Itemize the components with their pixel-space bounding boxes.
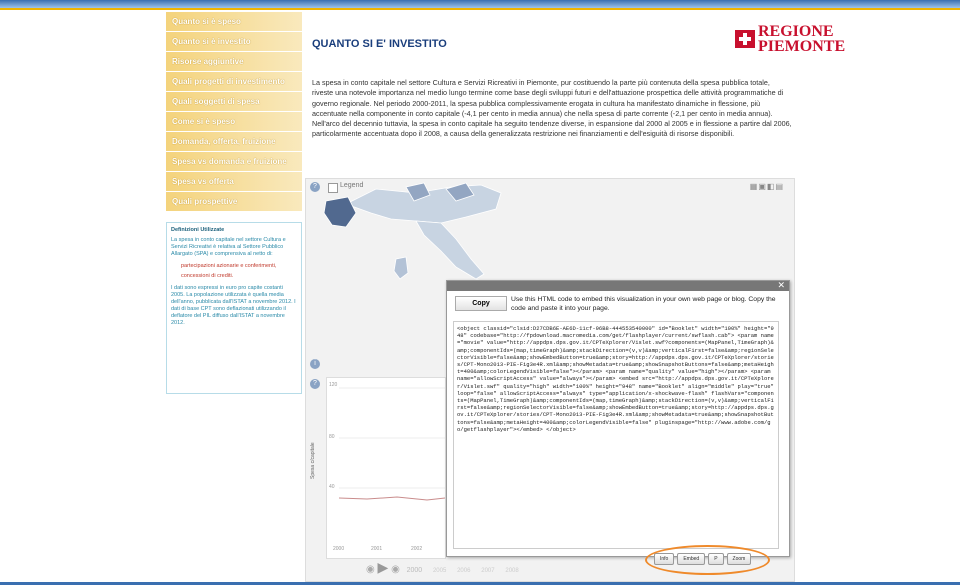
time-graph-plot [338,387,446,501]
sidebar-item-progetti[interactable]: Quali progetti di investimento [166,72,302,91]
y-tick: 40 [329,484,335,490]
map-region [393,256,409,280]
embed-code-textarea[interactable]: <object classid="clsid:D27CDB6E-AE6D-11c… [453,321,779,549]
timeline-year[interactable]: 2007 [481,568,494,574]
y-tick: 80 [329,434,335,440]
series-line [338,496,446,501]
highlight-oval [645,545,770,575]
logo-line2: PIEMONTE [758,38,846,55]
year-label: 2000 [406,567,423,574]
close-icon[interactable]: ✕ [777,280,785,291]
definitions-item: concessioni di crediti. [181,273,234,279]
graph-y-label: Spesa c/capitale [310,442,316,479]
embed-instructions: Use this HTML code to embed this visuali… [511,296,776,312]
definitions-intro: La spesa in conto capitale nel settore C… [171,237,286,257]
x-tick: 2001 [371,546,383,552]
top-banner [0,0,960,8]
x-tick: 2000 [333,546,345,552]
timeline-year[interactable]: 2008 [505,568,518,574]
sidebar-nav: Quanto si è speso Quanto si è investito … [166,12,302,212]
definitions-note: I dati sono espressi in euro pro capite … [171,285,296,326]
map-region [415,220,485,280]
info-icon[interactable]: i [310,359,320,369]
flag-icon [735,30,755,48]
definitions-box: Definizioni Utilizzate La spesa in conto… [166,222,302,394]
definitions-item: partecipazioni azionarie e conferimenti, [181,263,277,269]
prev-icon[interactable]: ◉ [366,564,375,575]
timeline-year[interactable]: 2006 [457,568,470,574]
logo-line1: REGIONE [758,23,834,40]
sidebar-item-spesa-offerta[interactable]: Spesa vs offerta [166,172,302,191]
x-tick: 2002 [411,546,423,552]
copy-button[interactable]: Copy [455,296,507,311]
sidebar-item-quanto-speso[interactable]: Quanto si è speso [166,12,302,31]
sidebar-item-domanda-offerta[interactable]: Domanda, offerta, fruizione [166,132,302,151]
next-icon[interactable]: ◉ [391,564,400,575]
definitions-title: Definizioni Utilizzate [171,227,225,233]
sidebar-item-risorse-aggiuntive[interactable]: Risorse aggiuntive [166,52,302,71]
intro-paragraph: La spesa in conto capitale nel settore C… [312,78,792,139]
page-title: QUANTO SI E' INVESTITO [312,38,447,50]
sidebar-item-come-speso[interactable]: Come si è speso [166,112,302,131]
play-icon[interactable]: ▶ [378,559,389,575]
time-graph[interactable]: 120 80 40 2000 2001 2002 [326,377,446,559]
timeline-player[interactable]: ◉ ▶ ◉ 2000 2005 2006 2007 2008 [366,559,519,576]
sidebar-item-prospettive[interactable]: Quali prospettive [166,192,302,211]
y-tick: 120 [329,382,338,388]
help-icon[interactable]: ? [310,379,320,389]
timeline-year[interactable]: 2005 [433,568,446,574]
regione-piemonte-logo: REGIONE PIEMONTE [735,23,846,55]
sidebar-item-quanto-investito[interactable]: Quanto si è investito [166,32,302,51]
sidebar-item-spesa-domanda[interactable]: Spesa vs domanda e fruizione [166,152,302,171]
embed-titlebar: ✕ [447,280,789,291]
sidebar-item-soggetti[interactable]: Quali soggetti di spesa [166,92,302,111]
embed-dialog: ✕ Copy Use this HTML code to embed this … [446,280,790,557]
top-banner-accent [0,8,960,10]
